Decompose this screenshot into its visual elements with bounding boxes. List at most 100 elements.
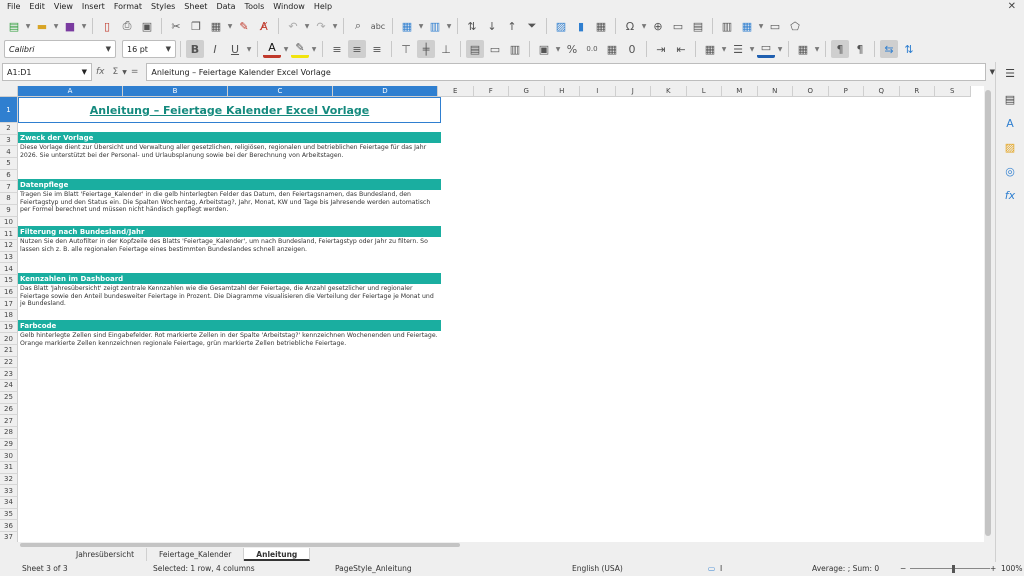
zoom-in-icon[interactable]: + [990,564,996,573]
row-header[interactable]: 23 [0,368,18,381]
row-header[interactable]: 14 [0,263,18,275]
borders-icon[interactable]: ▦ [701,40,719,58]
formula-icon[interactable]: = [131,67,139,77]
row-header[interactable]: 2 [0,123,18,135]
row-header[interactable]: 31 [0,461,18,474]
status-page-style[interactable]: PageStyle_Anleitung [335,564,412,573]
column-header-b[interactable]: B [123,86,228,97]
section-heading[interactable]: Kennzahlen im Dashboard [18,273,441,284]
row-header[interactable]: 13 [0,251,18,264]
row-header[interactable]: 22 [0,356,18,369]
font-color-dropdown-icon[interactable]: ▼ [282,40,290,58]
row-header[interactable]: 8 [0,193,18,205]
wrap-text-icon[interactable]: ▤ [466,40,484,58]
align-right-icon[interactable]: ≡ [368,40,386,58]
column-header-f[interactable]: F [473,86,509,97]
font-color-button[interactable]: A [263,40,281,58]
border-style-dropdown-icon[interactable]: ▼ [748,40,756,58]
sidebar-menu-icon[interactable]: ☰ [1003,66,1017,80]
section-text[interactable]: Gelb hinterlegte Zellen sind Eingabefeld… [18,332,441,349]
highlight-dropdown-icon[interactable]: ▼ [310,40,318,58]
row-header[interactable]: 24 [0,380,18,392]
section-text[interactable]: Nutzen Sie den Autofilter in der Kopfzei… [18,238,441,255]
row-header[interactable]: 5 [0,158,18,170]
row-header[interactable]: 18 [0,310,18,322]
row-header[interactable]: 16 [0,286,18,299]
functions-icon[interactable]: fx [1003,188,1017,202]
underline-button[interactable]: U [226,40,244,58]
sort-icon[interactable]: ⇅ [463,17,481,35]
row-header[interactable]: 4 [0,146,18,159]
menu-insert[interactable]: Insert [79,0,111,14]
align-top-icon[interactable]: ⊤ [397,40,415,58]
insert-mode-icon[interactable]: I [720,564,722,573]
menu-styles[interactable]: Styles [148,0,181,14]
row-header[interactable]: 12 [0,239,18,252]
row-header[interactable]: 29 [0,438,18,451]
column-header-k[interactable]: K [651,86,687,97]
name-box[interactable]: A1:D1 ▼ [2,63,92,81]
column-header-e[interactable]: E [438,86,474,97]
currency-dropdown-icon[interactable]: ▼ [554,40,562,58]
row-header[interactable]: 17 [0,298,18,310]
formula-input[interactable]: Anleitung – Feiertage Kalender Excel Vor… [146,63,986,81]
section-text[interactable]: Das Blatt 'Jahresübersicht' zeigt zentra… [18,285,441,307]
chart-icon[interactable]: ▮ [572,17,590,35]
print-icon[interactable]: ⎙ [118,17,136,35]
row-dropdown-icon[interactable]: ▼ [417,17,425,35]
column-header-g[interactable]: G [509,86,545,97]
column-header-c[interactable]: C [228,86,333,97]
conditional-format-icon[interactable]: ▦ [794,40,812,58]
underline-dropdown-icon[interactable]: ▼ [245,40,253,58]
column-dropdown-icon[interactable]: ▼ [445,17,453,35]
navigator-icon[interactable]: ◎ [1003,164,1017,178]
merge-center-icon[interactable]: ▭ [486,40,504,58]
split-window-icon[interactable]: ▭ [766,17,784,35]
save-dropdown-icon[interactable]: ▼ [80,17,88,35]
export-pdf-icon[interactable]: ▯ [98,17,116,35]
row-header[interactable]: 28 [0,426,18,439]
cut-icon[interactable]: ✂ [167,17,185,35]
column-header-o[interactable]: O [793,86,829,97]
undo-icon[interactable]: ↶ [284,17,302,35]
conditional-dropdown-icon[interactable]: ▼ [813,40,821,58]
row-header[interactable]: 27 [0,415,18,427]
comment-icon[interactable]: ▭ [669,17,687,35]
sheet-title-cell[interactable]: Anleitung – Feiertage Kalender Excel Vor… [18,97,441,123]
align-left-icon[interactable]: ≡ [328,40,346,58]
define-print-area-icon[interactable]: ▥ [718,17,736,35]
section-text[interactable]: Tragen Sie im Blatt 'Feiertage_Kalender'… [18,191,441,215]
gallery-icon[interactable]: ▨ [1003,140,1017,154]
menu-file[interactable]: File [4,0,26,14]
undo-dropdown-icon[interactable]: ▼ [303,17,311,35]
row-header[interactable]: 11 [0,228,18,240]
zoom-slider[interactable] [910,568,990,569]
right-to-left-icon[interactable]: ¶ [851,40,869,58]
row-header[interactable]: 3 [0,134,18,147]
text-direction-ttb-icon[interactable]: ⇅ [900,40,918,58]
spreadsheet-grid[interactable]: ABCDEFGHIJKLMNOPQRS 1 2 3 4 5 6 7 8 9 10 11 12 13 14 1… [0,86,990,542]
headers-footers-icon[interactable]: ▤ [689,17,707,35]
sum-icon[interactable]: Σ [113,67,119,77]
image-icon[interactable]: ▨ [552,17,570,35]
borders-dropdown-icon[interactable]: ▼ [720,40,728,58]
row-header[interactable]: 26 [0,403,18,416]
row-header[interactable]: 20 [0,333,18,346]
row-header[interactable]: 34 [0,497,18,509]
menu-edit[interactable]: Edit [26,0,51,14]
font-size-combo[interactable]: 16 pt ▼ [122,40,176,58]
clear-formatting-icon[interactable]: A̸ [255,17,273,35]
vertical-scrollbar[interactable] [984,86,992,542]
row-header[interactable]: 32 [0,473,18,486]
select-all-corner[interactable] [0,86,18,97]
row-header[interactable]: 6 [0,169,18,182]
status-language[interactable]: English (USA) [572,564,623,573]
section-heading[interactable]: Zweck der Vorlage [18,132,441,143]
decrease-indent-icon[interactable]: ⇤ [672,40,690,58]
redo-icon[interactable]: ↷ [312,17,330,35]
row-header[interactable]: 37 [0,532,18,542]
row-icon[interactable]: ▦ [398,17,416,35]
new-icon[interactable]: ▤ [5,17,23,35]
row-header[interactable]: 25 [0,391,18,404]
tab-jahresuebersicht[interactable]: Jahresübersicht [64,547,148,561]
